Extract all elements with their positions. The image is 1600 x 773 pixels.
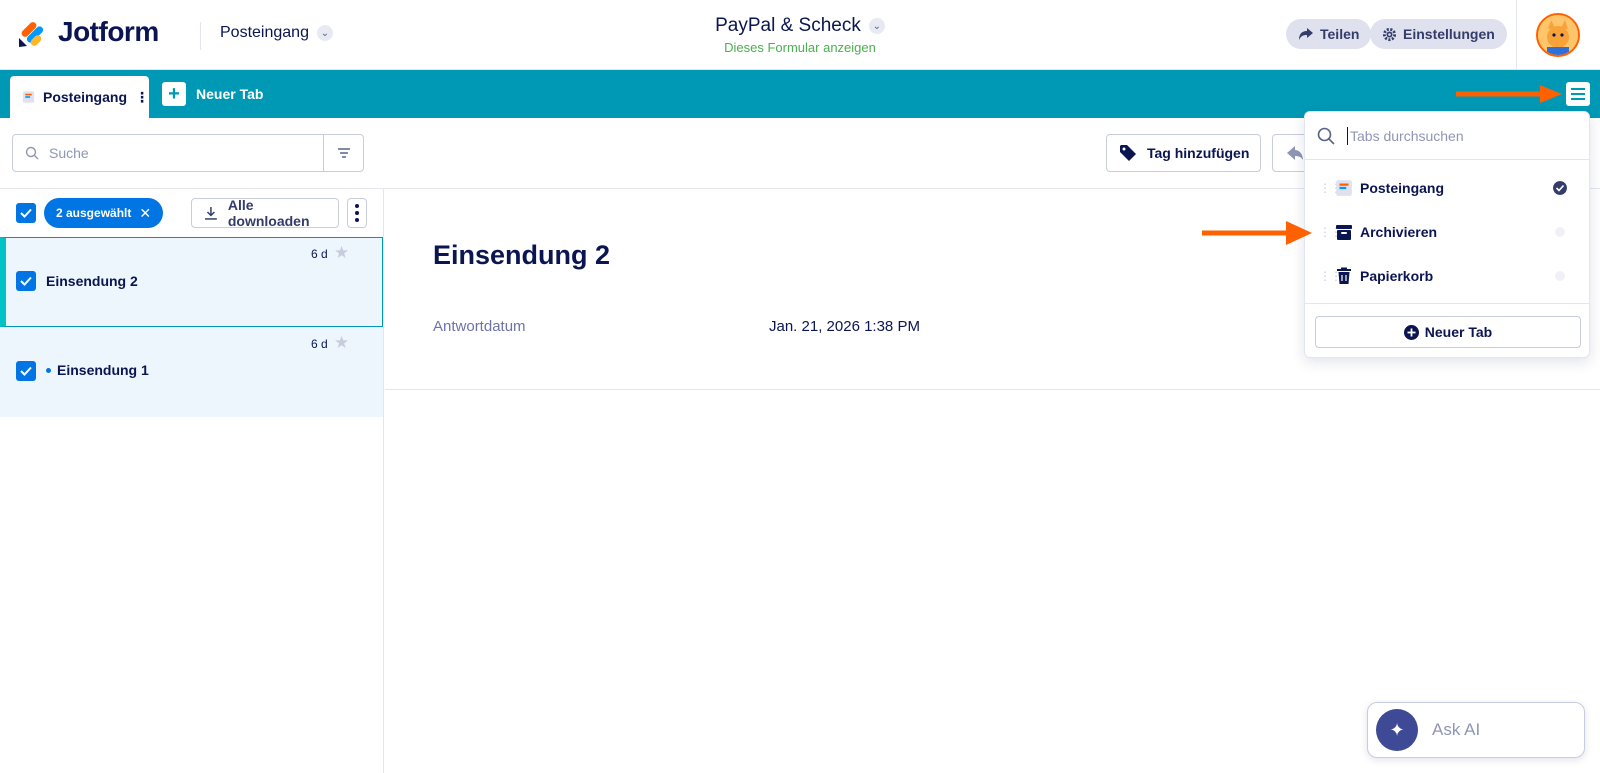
star-icon[interactable]: ★ — [334, 333, 349, 353]
search-input[interactable]: Suche — [13, 135, 323, 171]
settings-button-label: Einstellungen — [1403, 26, 1495, 42]
filter-icon — [337, 148, 350, 158]
add-tag-button[interactable]: Tag hinzufügen — [1106, 134, 1261, 172]
inbox-icon — [22, 91, 35, 103]
submission-title: Einsendung 2 — [433, 240, 611, 270]
plus-icon: + — [162, 82, 186, 106]
row-checkbox[interactable] — [16, 271, 36, 291]
tabs-menu-item-papierkorb[interactable]: ⋮⋮ Papierkorb — [1305, 254, 1589, 298]
gear-icon — [1382, 27, 1397, 41]
dropdown-new-tab-button[interactable]: Neuer Tab — [1315, 316, 1581, 348]
ask-ai-button[interactable]: ✦ Ask AI — [1367, 702, 1585, 758]
search-placeholder: Suche — [49, 145, 89, 161]
new-tab-label: Neuer Tab — [196, 86, 264, 102]
inactive-state-icon — [1555, 227, 1565, 237]
inactive-state-icon — [1555, 271, 1565, 281]
select-all-checkbox[interactable] — [16, 203, 36, 223]
user-avatar[interactable] — [1536, 13, 1580, 57]
unread-dot-icon — [46, 367, 51, 373]
star-icon[interactable]: ★ — [334, 243, 349, 263]
tabs-menu-item-label: Posteingang — [1360, 180, 1445, 196]
list-item[interactable]: Einsendung 1 6 d ★ — [0, 327, 383, 417]
search-icon — [25, 146, 39, 160]
header-divider — [1516, 0, 1517, 70]
submission-list: 2 ausgewählt ✕ Alle downloaden Einsendun… — [0, 189, 384, 773]
checkmark-icon — [20, 276, 32, 286]
new-tab-button[interactable]: + Neuer Tab — [162, 82, 263, 106]
settings-button[interactable]: Einstellungen — [1370, 19, 1507, 49]
checkmark-icon — [20, 366, 32, 376]
tab-options-icon[interactable]: ⋮ — [135, 89, 149, 106]
selected-count-label: 2 ausgewählt — [56, 206, 132, 220]
tabs-search-placeholder: Tabs durchsuchen — [1350, 127, 1464, 144]
list-item[interactable]: Einsendung 2 6 d ★ — [0, 237, 383, 327]
tabs-menu-item-archivieren[interactable]: ⋮⋮ Archivieren — [1305, 210, 1589, 254]
add-tag-label: Tag hinzufügen — [1147, 145, 1250, 161]
search-icon — [1317, 127, 1335, 145]
share-button[interactable]: Teilen — [1286, 19, 1372, 49]
more-vertical-icon — [355, 204, 359, 208]
check-circle-icon — [1553, 181, 1567, 195]
plus-circle-icon — [1403, 324, 1419, 340]
archive-icon — [1336, 225, 1352, 240]
top-header: Jotform Posteingang ⌄ PayPal & Scheck ⌄ … — [0, 0, 1600, 70]
dropdown-divider — [1305, 303, 1589, 304]
dropdown-new-tab-label: Neuer Tab — [1424, 324, 1493, 340]
field-label: Antwortdatum — [433, 318, 526, 335]
tabs-menu-item-label: Papierkorb — [1360, 268, 1434, 284]
chevron-down-icon: ⌄ — [868, 18, 885, 34]
form-name: PayPal & Scheck — [715, 15, 861, 36]
ask-ai-label: Ask AI — [1432, 720, 1481, 739]
search-box: Suche — [12, 134, 364, 172]
row-title-wrapper: Einsendung 1 — [46, 362, 149, 378]
checkmark-icon — [20, 208, 32, 218]
list-header: 2 ausgewählt ✕ Alle downloaden — [0, 189, 383, 237]
hamburger-icon — [1571, 88, 1585, 90]
row-title: Einsendung 2 — [46, 273, 138, 289]
sparkle-icon: ✦ — [1376, 709, 1418, 751]
filter-button[interactable] — [323, 135, 363, 171]
detail-divider — [385, 389, 1600, 390]
close-icon[interactable]: ✕ — [139, 205, 151, 222]
row-checkbox[interactable] — [16, 361, 36, 381]
tag-icon — [1120, 145, 1136, 161]
annotation-arrow-icon — [1202, 221, 1312, 245]
text-cursor — [1347, 126, 1348, 145]
row-title: Einsendung 1 — [57, 362, 149, 378]
tabs-dropdown-menu: Tabs durchsuchen ⋮⋮ Posteingang ⋮⋮ Archi… — [1304, 111, 1590, 358]
annotation-arrow-icon — [1456, 85, 1562, 103]
avatar-illustration — [1538, 15, 1578, 55]
trash-icon — [1337, 267, 1351, 284]
tabs-menu-item-posteingang[interactable]: ⋮⋮ Posteingang — [1305, 166, 1589, 210]
inbox-icon — [1336, 180, 1352, 196]
row-age: 6 d — [311, 247, 328, 261]
tabs-search-input[interactable]: Tabs durchsuchen — [1305, 112, 1589, 160]
tab-posteingang[interactable]: Posteingang ⋮ — [10, 76, 149, 118]
selected-count-badge[interactable]: 2 ausgewählt ✕ — [44, 198, 164, 228]
tabs-menu-item-label: Archivieren — [1360, 224, 1438, 240]
more-options-button[interactable] — [347, 198, 367, 228]
tab-label: Posteingang — [42, 89, 127, 105]
row-age: 6 d — [311, 337, 328, 351]
download-icon — [204, 207, 217, 220]
download-all-button[interactable]: Alle downloaden — [191, 197, 339, 229]
download-all-label: Alle downloaden — [227, 197, 310, 229]
share-button-label: Teilen — [1320, 26, 1360, 42]
tabs-menu-button[interactable] — [1566, 82, 1590, 106]
share-arrow-icon — [1299, 28, 1313, 40]
form-name-selector[interactable]: PayPal & Scheck ⌄ — [715, 15, 885, 37]
field-value: Jan. 21, 2026 1:38 PM — [769, 318, 920, 335]
